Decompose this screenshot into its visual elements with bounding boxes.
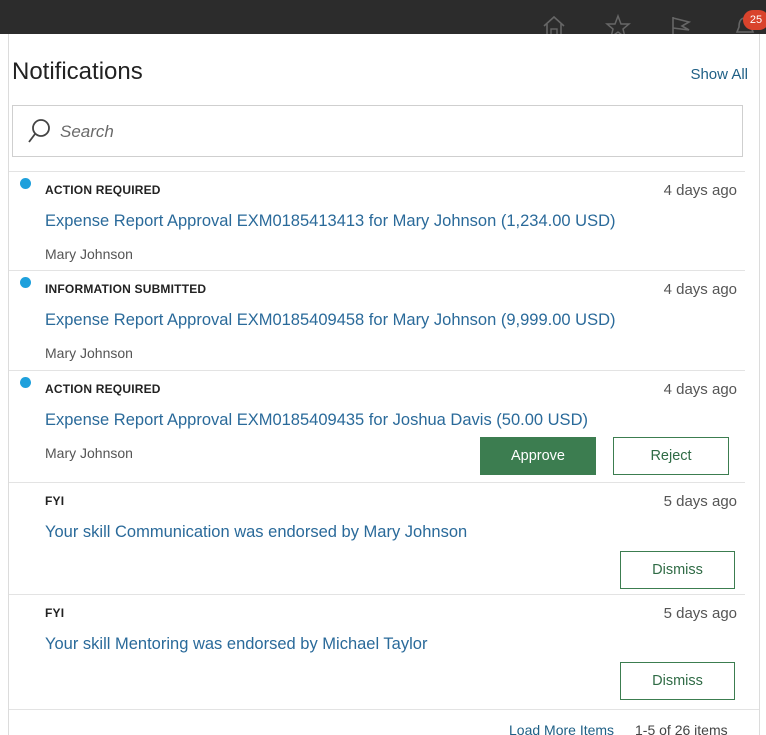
notification-category: FYI bbox=[45, 494, 65, 508]
unread-dot-icon bbox=[20, 277, 31, 288]
notification-subject-link[interactable]: Expense Report Approval EXM0185409458 fo… bbox=[45, 311, 616, 330]
notification-subject-link[interactable]: Expense Report Approval EXM0185413413 fo… bbox=[45, 212, 616, 231]
notification-subject-link[interactable]: Expense Report Approval EXM0185409435 fo… bbox=[45, 411, 588, 430]
unread-dot-icon bbox=[20, 377, 31, 388]
notification-time: 4 days ago bbox=[663, 381, 737, 398]
notification-category: ACTION REQUIRED bbox=[45, 382, 161, 396]
item-count: 1-5 of 26 items bbox=[635, 722, 728, 735]
notification-list: ACTION REQUIRED 4 days ago Expense Repor… bbox=[9, 171, 759, 709]
notification-category: INFORMATION SUBMITTED bbox=[45, 282, 207, 296]
top-bar: 25 bbox=[0, 0, 766, 38]
notification-item: FYI 5 days ago Your skill Mentoring was … bbox=[9, 594, 745, 709]
notification-time: 5 days ago bbox=[663, 605, 737, 622]
notification-item: FYI 5 days ago Your skill Communication … bbox=[9, 482, 745, 594]
notification-item: ACTION REQUIRED 4 days ago Expense Repor… bbox=[9, 370, 745, 482]
notification-category: FYI bbox=[45, 606, 65, 620]
notification-time: 4 days ago bbox=[663, 182, 737, 199]
notification-time: 5 days ago bbox=[663, 493, 737, 510]
notifications-panel: Notifications Show All ACTION REQUIRED 4… bbox=[8, 34, 760, 735]
reject-button[interactable]: Reject bbox=[613, 437, 729, 475]
notification-sender: Mary Johnson bbox=[45, 246, 133, 262]
panel-footer: Load More Items 1-5 of 26 items bbox=[9, 709, 759, 735]
notification-category: ACTION REQUIRED bbox=[45, 183, 161, 197]
notification-sender: Mary Johnson bbox=[45, 345, 133, 361]
show-all-link[interactable]: Show All bbox=[690, 66, 748, 83]
notification-sender: Mary Johnson bbox=[45, 445, 133, 461]
unread-dot-icon bbox=[20, 178, 31, 189]
dismiss-button[interactable]: Dismiss bbox=[620, 551, 735, 589]
notification-count-badge: 25 bbox=[743, 10, 766, 30]
search-box bbox=[12, 105, 743, 157]
approve-button[interactable]: Approve bbox=[480, 437, 596, 475]
notification-item: INFORMATION SUBMITTED 4 days ago Expense… bbox=[9, 270, 745, 370]
panel-title: Notifications bbox=[12, 58, 143, 85]
dismiss-button[interactable]: Dismiss bbox=[620, 662, 735, 700]
notification-subject-link[interactable]: Your skill Communication was endorsed by… bbox=[45, 523, 467, 542]
search-icon bbox=[28, 119, 50, 143]
search-input[interactable] bbox=[58, 119, 662, 145]
notification-time: 4 days ago bbox=[663, 281, 737, 298]
notification-subject-link[interactable]: Your skill Mentoring was endorsed by Mic… bbox=[45, 635, 427, 654]
notification-item: ACTION REQUIRED 4 days ago Expense Repor… bbox=[9, 171, 745, 270]
load-more-link[interactable]: Load More Items bbox=[509, 722, 614, 735]
